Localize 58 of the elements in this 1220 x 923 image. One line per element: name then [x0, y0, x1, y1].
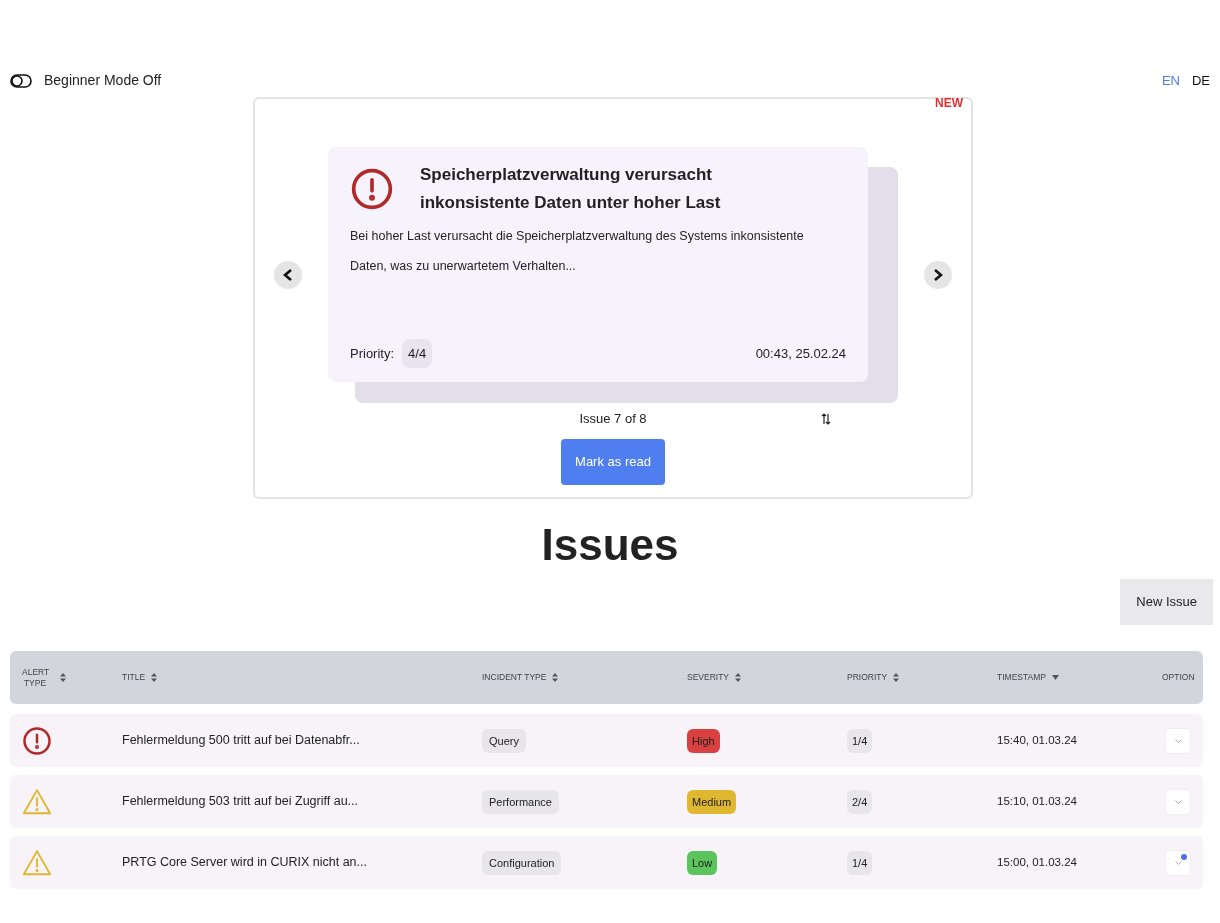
timestamp-cell-text: 15:10, 01.03.24 — [997, 793, 1078, 809]
column-header[interactable]: TIMESTAMP — [997, 671, 1046, 684]
sort-icon[interactable] — [893, 673, 900, 682]
table-row[interactable]: Fehlermeldung 500 tritt auf bei Datenabfr... Query High 1/4 15:40, 01.03.24 — [10, 714, 1203, 767]
title-cell-text: PRTG Core Server wird in CURIX nicht an... — [122, 854, 368, 872]
issue-title: Speicherplatzverwaltung verursacht inkonsistente Daten unter hoher Last — [420, 164, 722, 214]
new-label: NEW — [935, 95, 963, 112]
beginner-mode-label: Beginner Mode Off — [44, 71, 162, 90]
severity-tag: High — [687, 728, 720, 753]
issue-timestamp: 00:43, 25.02.24 — [755, 344, 846, 363]
issue-counter: Issue 7 of 8 — [579, 410, 647, 428]
alert-icon — [22, 725, 52, 756]
toggle-icon[interactable] — [10, 73, 32, 88]
incident-type-tag: Query — [482, 728, 526, 753]
title-cell-text: Fehlermeldung 503 tritt auf bei Zugriff au... — [122, 793, 359, 811]
table-row[interactable]: PRTG Core Server wird in CURIX nicht an... Configuration Low 1/4 15:00, 01.03.24 — [10, 836, 1203, 889]
warning-icon — [22, 847, 52, 878]
incident-type-tag: Configuration — [482, 850, 562, 875]
column-header[interactable]: OPTION — [1162, 671, 1195, 684]
incident-type-tag: Performance — [482, 789, 559, 814]
column-header[interactable]: ALERT TYPE — [22, 666, 48, 689]
sort-icon[interactable] — [60, 673, 66, 682]
timestamp-cell-text: 15:00, 01.03.24 — [997, 854, 1078, 870]
issue-description: Bei hoher Last verursacht die Speicherplatzverwaltung des Systems inkonsistente Daten, was zu unerwartetem Verhalten... — [350, 228, 805, 275]
chevron-right-icon — [933, 269, 943, 281]
column-header[interactable]: TITLE — [122, 671, 146, 684]
option-button[interactable] — [1165, 849, 1191, 876]
column-header[interactable]: SEVERITY — [687, 671, 730, 684]
sort-icon[interactable] — [151, 673, 158, 682]
severity-tag: Low — [687, 850, 718, 875]
chevron-down-icon — [1174, 738, 1182, 743]
page-heading: Issues — [540, 519, 680, 571]
chevron-down-icon — [1174, 860, 1182, 865]
column-header[interactable]: INCIDENT TYPE — [482, 671, 547, 684]
column-header[interactable]: PRIORITY — [847, 671, 888, 684]
timestamp-cell-text: 15:40, 01.03.24 — [997, 732, 1078, 748]
sort-desc-icon[interactable] — [1051, 675, 1059, 680]
priority-tag: 1/4 — [847, 728, 873, 753]
table-row[interactable]: Fehlermeldung 503 tritt auf bei Zugriff au... Performance Medium 2/4 15:10, 01.03.24 — [10, 775, 1203, 828]
new-issue-button[interactable]: New Issue — [1120, 579, 1213, 625]
severity-tag: Medium — [687, 789, 737, 814]
priority-value: 4/4 — [402, 338, 433, 368]
chevron-down-icon — [1174, 799, 1182, 804]
title-cell-text: Fehlermeldung 500 tritt auf bei Datenabfr... — [122, 732, 361, 750]
chevron-left-icon — [283, 269, 293, 281]
alert-icon — [350, 167, 394, 211]
language-option[interactable]: DE — [1191, 70, 1210, 91]
previous-button[interactable] — [274, 261, 302, 289]
priority-tag: 1/4 — [847, 850, 873, 875]
mark-as-read-button[interactable]: Mark as read — [561, 438, 665, 485]
next-button[interactable] — [924, 261, 952, 289]
sort-icon[interactable] — [552, 673, 559, 682]
priority-tag: 2/4 — [847, 789, 873, 814]
sort-icon[interactable] — [735, 673, 742, 682]
priority-label: Priority: — [350, 344, 395, 363]
language-option[interactable]: EN — [1161, 70, 1180, 91]
warning-icon — [22, 786, 52, 817]
swap-sort-icon[interactable] — [821, 413, 831, 425]
